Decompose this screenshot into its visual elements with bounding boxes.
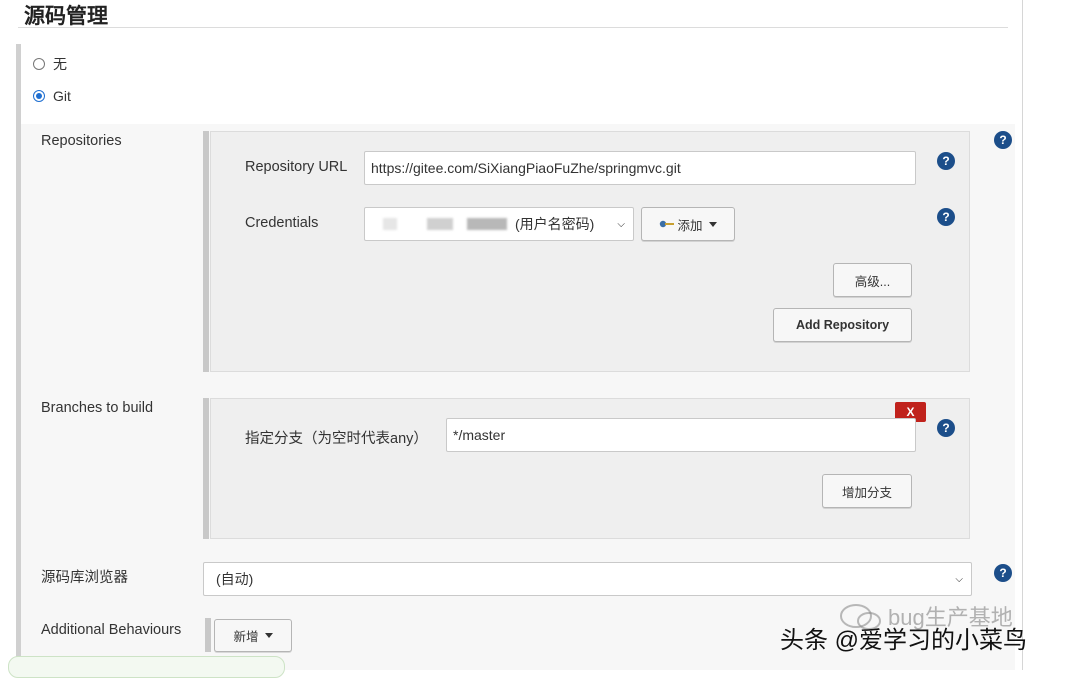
- branch-specifier-help-icon[interactable]: ?: [937, 419, 955, 437]
- repo-browser-select[interactable]: (自动) ⌵: [203, 562, 972, 596]
- repository-url-input[interactable]: https://gitee.com/SiXiangPiaoFuZhe/sprin…: [364, 151, 916, 185]
- credentials-select[interactable]: (用户名密码) ⌵: [364, 207, 634, 241]
- repositories-help-icon[interactable]: ?: [994, 131, 1012, 149]
- behaviours-bar: [205, 618, 211, 652]
- repo-browser-help-icon[interactable]: ?: [994, 564, 1012, 582]
- scm-option-git[interactable]: Git: [33, 88, 71, 104]
- branches-bar: [203, 398, 209, 539]
- redacted-credential-2: [427, 218, 453, 230]
- redacted-credential-3: [467, 218, 507, 230]
- scm-option-none[interactable]: 无: [33, 54, 67, 74]
- add-repository-button[interactable]: Add Repository: [773, 308, 912, 342]
- caret-down-icon: [264, 633, 273, 638]
- repository-url-help-icon[interactable]: ?: [937, 152, 955, 170]
- redacted-credential-1: [383, 218, 397, 230]
- add-behaviour-button[interactable]: 新增: [214, 619, 292, 652]
- add-behaviour-label: 新增: [233, 630, 259, 644]
- chevron-down-icon: ⌵: [955, 573, 963, 585]
- credentials-help-icon[interactable]: ?: [937, 208, 955, 226]
- branch-specifier-label: 指定分支（为空时代表any）: [245, 431, 428, 447]
- title-divider: [18, 27, 1008, 28]
- caret-down-icon: [708, 221, 717, 227]
- key-icon: [659, 220, 675, 228]
- content-right-border: [1022, 0, 1023, 670]
- section-title: 源码管理: [24, 5, 108, 28]
- repositories-label: Repositories: [41, 133, 122, 149]
- radio-none-label: 无: [53, 56, 67, 72]
- credentials-select-value: (用户名密码): [515, 216, 595, 232]
- radio-none[interactable]: [33, 58, 45, 70]
- repo-browser-label: 源码库浏览器: [41, 570, 128, 586]
- behaviours-label: Additional Behaviours: [41, 622, 182, 638]
- radio-git[interactable]: [33, 90, 45, 102]
- credentials-label: Credentials: [245, 215, 319, 231]
- bottom-bubble: [8, 656, 285, 678]
- repository-url-label: Repository URL: [245, 159, 348, 175]
- chevron-down-icon: ⌵: [617, 218, 625, 230]
- branch-specifier-input[interactable]: */master: [446, 418, 916, 452]
- add-branch-button[interactable]: 增加分支: [822, 474, 912, 508]
- watermark-line2: 头条 @爱学习的小菜鸟: [780, 627, 1028, 654]
- add-credentials-label: 添加: [677, 218, 703, 233]
- advanced-button[interactable]: 高级...: [833, 263, 912, 297]
- repo-browser-value: (自动): [216, 571, 254, 587]
- branches-label: Branches to build: [41, 400, 154, 416]
- radio-git-label: Git: [53, 88, 71, 104]
- add-credentials-button[interactable]: 添加: [641, 207, 735, 241]
- repositories-bar: [203, 131, 209, 372]
